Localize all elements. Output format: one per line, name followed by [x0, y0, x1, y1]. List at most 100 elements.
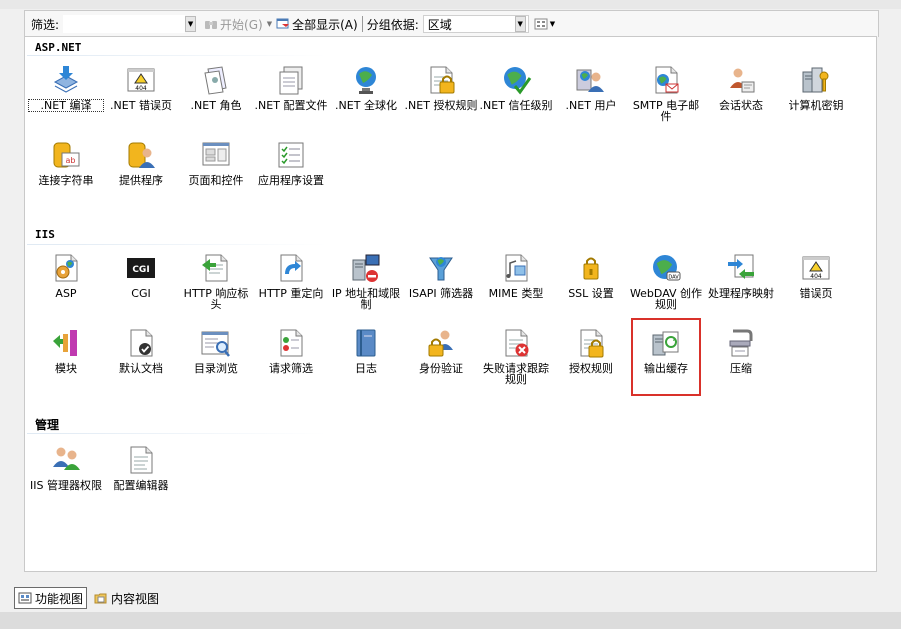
feature-iis-handler-mappings[interactable]: 处理程序映射	[704, 251, 778, 299]
view-switcher: 功能视图 内容视图	[14, 587, 162, 609]
feature-label: IIS 管理器权限	[30, 479, 102, 492]
feature-iis-mime-types[interactable]: MIME 类型	[479, 251, 553, 299]
failed-request-tracing-icon	[499, 326, 533, 360]
features-view-icon	[18, 592, 32, 604]
content-view-button[interactable]: 内容视图	[91, 588, 162, 608]
content-view-label: 内容视图	[111, 591, 160, 606]
feature-iis-authorization-rules[interactable]: 授权规则	[554, 326, 628, 374]
feature-aspnet-download-arrow[interactable]: .NET 编译	[28, 63, 104, 112]
feature-iis-http-redirect[interactable]: HTTP 重定向	[254, 251, 328, 299]
users-icon	[574, 63, 608, 97]
toolbar-separator	[361, 16, 363, 32]
handler-mappings-icon	[724, 251, 758, 285]
section-title-iis: IIS	[35, 228, 55, 241]
features-view-label: 功能视图	[35, 591, 84, 606]
feature-label: 计算机密钥	[788, 99, 844, 112]
highlight-box-output-caching	[631, 318, 701, 396]
feature-iis-authentication[interactable]: 身份验证	[404, 326, 478, 374]
feature-label: HTTP 响应标头	[183, 287, 249, 311]
window-top-edge	[0, 0, 901, 9]
feature-iis-compression-clamp[interactable]: 压缩	[704, 326, 778, 374]
feature-label: WebDAV 创作规则	[629, 287, 703, 311]
authentication-icon	[424, 326, 458, 360]
filter-dropdown-arrow[interactable]: ▼	[185, 16, 197, 32]
feature-aspnet-email[interactable]: SMTP 电子邮件	[629, 63, 703, 122]
feature-aspnet-error-404[interactable]: 404 .NET 错误页	[104, 63, 178, 111]
feature-iis-cgi[interactable]: CGI CGI	[104, 251, 178, 299]
feature-iis-isapi-filter[interactable]: ISAPI 筛选器	[404, 251, 478, 299]
section-title-aspnet: ASP.NET	[35, 41, 82, 54]
view-grid-icon	[534, 18, 548, 30]
feature-iis-request-filtering[interactable]: 请求筛选	[254, 326, 328, 374]
filter-toolbar: 筛选: ▼ 开始(G) ▼ 全部显示(A) 分组依据: 区域 ▼ ▼	[24, 10, 879, 37]
ip-restrictions-icon	[349, 251, 383, 285]
feature-aspnet-app-settings[interactable]: 应用程序设置	[254, 138, 328, 186]
feature-aspnet-session-user[interactable]: 会话状态	[704, 63, 778, 111]
feature-aspnet-globe[interactable]: .NET 全球化	[329, 63, 403, 111]
globe-icon	[349, 63, 383, 97]
feature-label: 日志	[355, 362, 377, 375]
feature-aspnet-connection-string[interactable]: ab 连接字符串	[29, 138, 103, 186]
feature-aspnet-profile-config[interactable]: .NET 配置文件	[254, 63, 328, 111]
section-title-management: 管理	[35, 418, 60, 432]
feature-label: 目录浏览	[194, 362, 238, 375]
group-by-dropdown-arrow[interactable]: ▼	[514, 16, 526, 32]
providers-icon	[124, 138, 158, 172]
feature-management-iis-manager-permissions[interactable]: IIS 管理器权限	[29, 443, 103, 491]
section-divider-management	[27, 433, 327, 434]
request-filtering-icon	[274, 326, 308, 360]
feature-aspnet-users[interactable]: .NET 用户	[554, 63, 628, 111]
http-response-headers-icon	[199, 251, 233, 285]
show-all-label: 全部显示(A)	[292, 17, 358, 32]
feature-aspnet-providers[interactable]: 提供程序	[104, 138, 178, 186]
show-all-icon	[276, 18, 290, 29]
feature-label: ISAPI 筛选器	[408, 287, 474, 300]
feature-label: 应用程序设置	[258, 174, 324, 187]
feature-aspnet-machine-key[interactable]: 计算机密钥	[779, 63, 853, 111]
group-by-select[interactable]: 区域	[422, 15, 529, 33]
authorization-lock-icon	[424, 63, 458, 97]
feature-iis-directory-browsing[interactable]: 目录浏览	[179, 326, 253, 374]
svg-text:ab: ab	[66, 156, 76, 165]
feature-label: ASP	[55, 287, 77, 300]
feature-label: 页面和控件	[188, 174, 244, 187]
feature-iis-ip-restrictions[interactable]: IP 地址和域限制	[329, 251, 403, 310]
feature-iis-asp-gear[interactable]: ASP	[29, 251, 103, 299]
error-page-404-icon: 404	[799, 251, 833, 285]
feature-iis-error-page-404[interactable]: 404 错误页	[779, 251, 853, 299]
logging-book-icon	[349, 326, 383, 360]
asp-gear-icon	[49, 251, 83, 285]
filter-input[interactable]	[63, 15, 186, 33]
feature-aspnet-pages-controls[interactable]: 页面和控件	[179, 138, 253, 186]
feature-aspnet-trust-globe-check[interactable]: .NET 信任级别	[479, 63, 553, 111]
feature-iis-modules[interactable]: 模块	[29, 326, 103, 374]
feature-label: .NET 配置文件	[254, 99, 328, 112]
feature-iis-logging-book[interactable]: 日志	[329, 326, 403, 374]
show-all-button[interactable]: 全部显示(A)	[276, 16, 358, 33]
feature-label: 默认文档	[119, 362, 163, 375]
iis-manager-permissions-icon	[49, 443, 83, 477]
features-view-button[interactable]: 功能视图	[14, 587, 88, 609]
feature-aspnet-authorization-lock[interactable]: .NET 授权规则	[404, 63, 478, 111]
feature-iis-webdav-globe[interactable]: DAV WebDAV 创作规则	[629, 251, 703, 310]
http-redirect-icon	[274, 251, 308, 285]
group-by-label: 分组依据:	[366, 17, 419, 32]
feature-label: CGI	[131, 287, 151, 300]
view-mode-button[interactable]: ▼	[534, 18, 555, 30]
profile-config-icon	[274, 63, 308, 97]
feature-iis-failed-request-tracing[interactable]: 失败请求跟踪规则	[479, 326, 553, 385]
section-divider-iis	[27, 244, 327, 245]
start-button[interactable]: 开始(G)	[204, 16, 263, 33]
feature-iis-default-document[interactable]: 默认文档	[104, 326, 178, 374]
feature-label: 会话状态	[719, 99, 763, 112]
feature-label: .NET 信任级别	[479, 99, 553, 112]
svg-text:404: 404	[810, 273, 822, 280]
feature-label: SMTP 电子邮件	[632, 99, 700, 123]
start-dropdown-arrow[interactable]: ▼	[267, 20, 272, 28]
feature-iis-ssl-lock[interactable]: SSL 设置	[554, 251, 628, 299]
svg-text:CGI: CGI	[132, 265, 149, 275]
feature-iis-http-response-headers[interactable]: HTTP 响应标头	[179, 251, 253, 310]
feature-management-configuration-editor[interactable]: 配置编辑器	[104, 443, 178, 491]
feature-aspnet-roles-documents[interactable]: .NET 角色	[179, 63, 253, 111]
error-404-icon: 404	[124, 63, 158, 97]
